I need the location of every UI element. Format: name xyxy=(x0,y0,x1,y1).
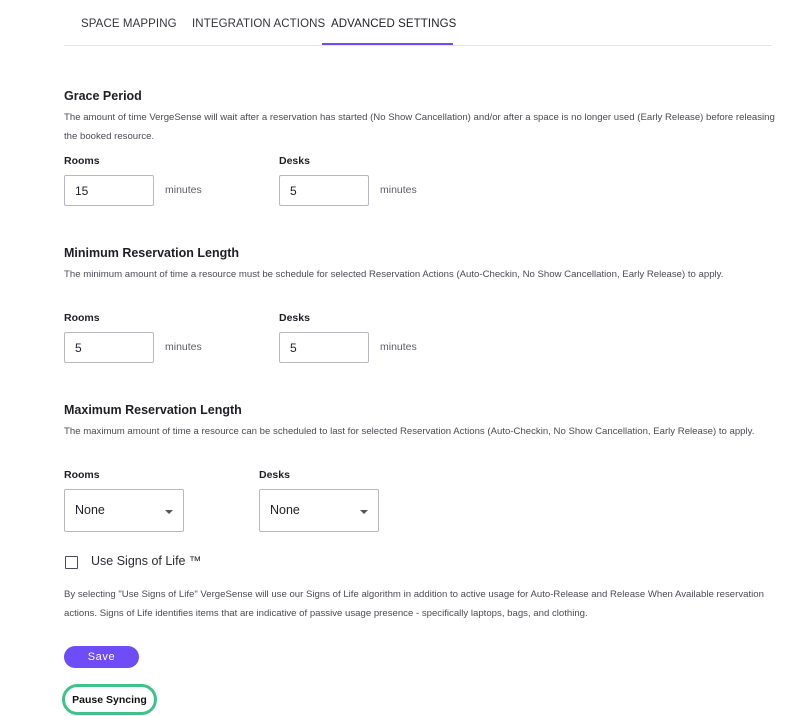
tab-advanced-settings[interactable]: ADVANCED SETTINGS xyxy=(331,18,456,30)
max-desks-select-value: None xyxy=(270,503,300,517)
grace-desks-input[interactable] xyxy=(279,175,369,206)
max-rooms-select-value: None xyxy=(75,503,105,517)
min-length-description: The minimum amount of time a resource mu… xyxy=(64,269,724,280)
min-desks-input[interactable] xyxy=(279,332,369,363)
max-length-title: Maximum Reservation Length xyxy=(64,403,242,417)
min-desks-unit: minutes xyxy=(380,341,417,353)
signs-of-life-description: By selecting "Use Signs of Life" VergeSe… xyxy=(64,589,764,619)
chevron-down-icon xyxy=(165,510,173,514)
min-desks-label: Desks xyxy=(279,312,310,324)
max-rooms-label: Rooms xyxy=(64,469,100,481)
min-rooms-input[interactable] xyxy=(64,332,154,363)
max-desks-select[interactable]: None xyxy=(259,489,379,532)
grace-rooms-label: Rooms xyxy=(64,155,100,167)
tab-space-mapping[interactable]: SPACE MAPPING xyxy=(81,18,177,30)
grace-period-title: Grace Period xyxy=(64,89,142,103)
tab-integration-actions[interactable]: INTEGRATION ACTIONS xyxy=(192,18,325,30)
min-rooms-unit: minutes xyxy=(165,341,202,353)
tab-bar: SPACE MAPPING INTEGRATION ACTIONS ADVANC… xyxy=(64,0,772,46)
max-desks-label: Desks xyxy=(259,469,290,481)
chevron-down-icon xyxy=(360,510,368,514)
grace-desks-unit: minutes xyxy=(380,184,417,196)
save-button[interactable]: Save xyxy=(64,646,139,668)
signs-of-life-label[interactable]: Use Signs of Life ™ xyxy=(91,554,201,568)
max-length-description: The maximum amount of time a resource ca… xyxy=(64,426,755,437)
pause-syncing-button[interactable]: Pause Syncing xyxy=(62,684,157,715)
min-length-title: Minimum Reservation Length xyxy=(64,246,240,260)
grace-period-description: The amount of time VergeSense will wait … xyxy=(64,112,775,142)
min-rooms-label: Rooms xyxy=(64,312,100,324)
grace-desks-label: Desks xyxy=(279,155,310,167)
active-tab-indicator xyxy=(322,43,453,45)
max-rooms-select[interactable]: None xyxy=(64,489,184,532)
signs-of-life-checkbox[interactable] xyxy=(65,556,78,569)
grace-rooms-input[interactable] xyxy=(64,175,154,206)
grace-rooms-unit: minutes xyxy=(165,184,202,196)
